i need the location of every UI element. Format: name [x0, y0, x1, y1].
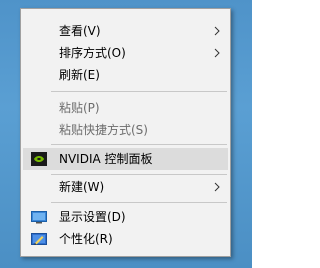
chevron-right-icon [214, 48, 220, 58]
menu-item-new[interactable]: 新建(W) [23, 176, 228, 198]
menu-item-nvidia-control-panel[interactable]: NVIDIA 控制面板 [23, 148, 228, 170]
menu-separator [51, 144, 227, 145]
personalize-icon [31, 233, 47, 245]
menu-item-view[interactable]: 查看(V) [23, 20, 228, 42]
menu-item-label: 查看(V) [59, 24, 101, 38]
menu-separator [51, 202, 227, 203]
desktop-background: 查看(V) 排序方式(O) 刷新(E) 粘贴(P) 粘贴快捷方式(S) NVID… [0, 0, 252, 268]
menu-item-display-settings[interactable]: 显示设置(D) [23, 206, 228, 228]
menu-item-personalize[interactable]: 个性化(R) [23, 228, 228, 250]
menu-item-label: 个性化(R) [59, 232, 113, 246]
menu-item-label: 排序方式(O) [59, 46, 126, 60]
menu-item-label: 粘贴快捷方式(S) [59, 123, 148, 137]
menu-item-label: 显示设置(D) [59, 210, 126, 224]
menu-separator [51, 91, 227, 92]
display-icon [31, 211, 47, 224]
menu-item-paste: 粘贴(P) [23, 97, 228, 119]
desktop-context-menu: 查看(V) 排序方式(O) 刷新(E) 粘贴(P) 粘贴快捷方式(S) NVID… [20, 8, 231, 257]
menu-item-paste-shortcut: 粘贴快捷方式(S) [23, 119, 228, 141]
menu-item-sort-by[interactable]: 排序方式(O) [23, 42, 228, 64]
menu-item-label: NVIDIA 控制面板 [59, 152, 153, 166]
menu-item-label: 粘贴(P) [59, 101, 100, 115]
nvidia-icon [31, 152, 47, 166]
chevron-right-icon [214, 26, 220, 36]
menu-item-label: 刷新(E) [59, 68, 100, 82]
menu-item-label: 新建(W) [59, 180, 105, 194]
chevron-right-icon [214, 182, 220, 192]
menu-separator [51, 174, 227, 175]
menu-item-refresh[interactable]: 刷新(E) [23, 64, 228, 86]
